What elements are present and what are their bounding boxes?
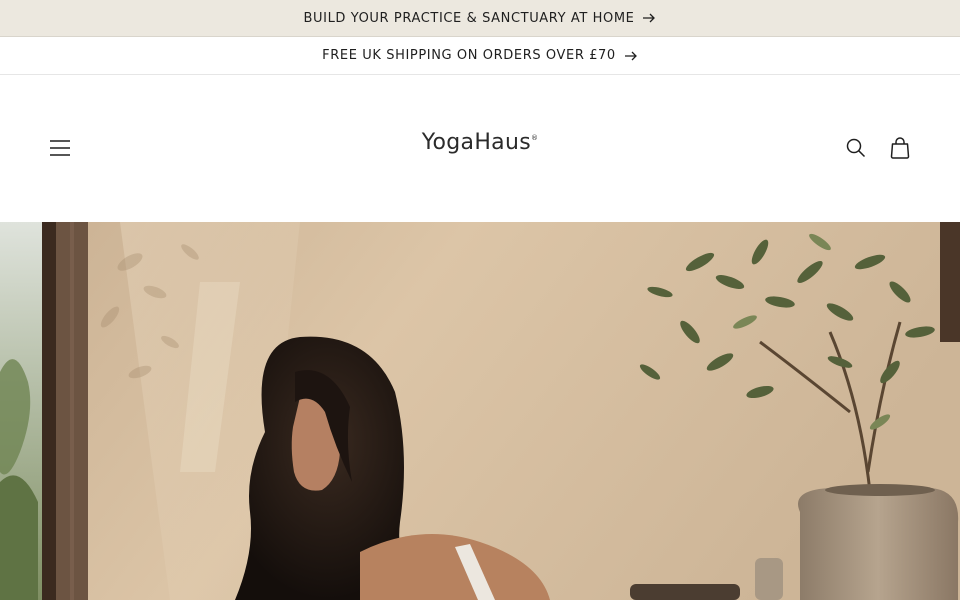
announcement-text-shipping: FREE UK SHIPPING ON ORDERS OVER £70 — [322, 48, 616, 63]
arrow-right-icon — [624, 51, 637, 60]
announcement-bar-shipping[interactable]: FREE UK SHIPPING ON ORDERS OVER £70 — [0, 37, 960, 75]
search-button[interactable] — [836, 128, 876, 168]
logo-registered-mark: ® — [530, 134, 539, 142]
arrow-right-icon — [643, 13, 656, 23]
logo-text: YogaHaus — [421, 130, 531, 155]
hero-banner — [0, 222, 960, 600]
cart-button[interactable] — [880, 128, 920, 168]
menu-button[interactable] — [40, 128, 80, 168]
announcement-bar-primary[interactable]: BUILD YOUR PRACTICE & SANCTUARY AT HOME — [0, 0, 960, 37]
search-icon — [846, 138, 866, 158]
site-logo[interactable]: YogaHaus® — [400, 130, 560, 160]
cart-icon — [890, 137, 910, 159]
announcement-text-primary: BUILD YOUR PRACTICE & SANCTUARY AT HOME — [303, 10, 635, 26]
site-header: YogaHaus® — [0, 75, 960, 222]
hamburger-menu-icon — [50, 140, 70, 156]
hero-image — [0, 222, 960, 600]
